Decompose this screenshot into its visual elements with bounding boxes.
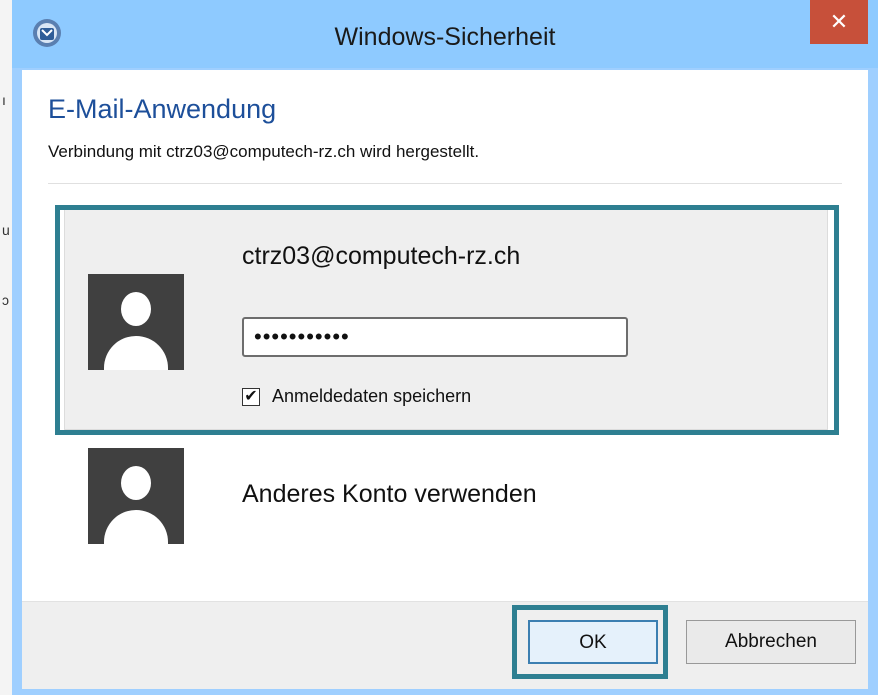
use-other-account-option[interactable]: Anderes Konto verwenden xyxy=(242,480,537,509)
close-button[interactable]: ✕ xyxy=(810,0,868,44)
dialog-content: E-Mail-Anwendung Verbindung mit ctrz03@c… xyxy=(22,70,868,689)
window-title: Windows-Sicherheit xyxy=(334,23,556,51)
connection-message: Verbindung mit ctrz03@computech-rz.ch wi… xyxy=(48,142,480,161)
other-account-avatar-icon xyxy=(88,448,184,544)
divider xyxy=(48,183,842,184)
background-glyph: ı xyxy=(2,92,6,108)
security-dialog: Windows-Sicherheit ✕ E-Mail-Anwendung Ve… xyxy=(12,0,878,695)
background-glyph: u xyxy=(2,222,10,238)
highlight-credential-tile xyxy=(55,205,839,435)
application-name: E-Mail-Anwendung xyxy=(48,94,277,124)
close-icon: ✕ xyxy=(829,9,849,34)
title-bar[interactable]: Windows-Sicherheit ✕ xyxy=(12,0,878,68)
background-glyph: ɔ xyxy=(2,292,9,308)
cancel-button[interactable]: Abbrechen xyxy=(686,620,856,664)
highlight-ok-button xyxy=(512,605,668,679)
